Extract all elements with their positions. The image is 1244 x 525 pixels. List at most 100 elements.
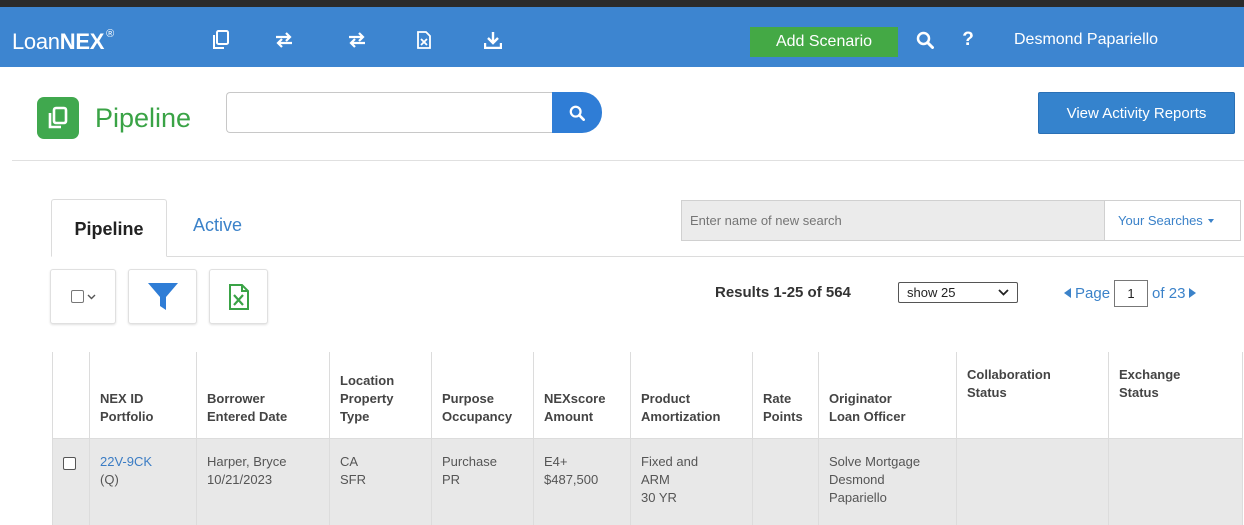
amount-value: $487,500 <box>544 471 599 487</box>
page-size-value: show 25 <box>907 285 956 300</box>
loan-officer-line2: Papariello <box>829 489 887 505</box>
search-icon[interactable] <box>912 27 938 53</box>
loan-officer-line1: Desmond <box>829 471 885 487</box>
header-location[interactable]: Location Property Type <box>329 352 432 439</box>
your-searches-dropdown[interactable]: Your Searches <box>1105 200 1241 241</box>
pipeline-search-input[interactable] <box>226 92 556 133</box>
row-select-cell <box>52 438 90 525</box>
your-searches-label: Your Searches <box>1118 213 1203 228</box>
cell-product: Fixed and ARM 30 YR <box>630 438 753 525</box>
header-rate-line2: Points <box>763 408 803 424</box>
header-collaboration-line1: Collaboration <box>967 367 1051 382</box>
loannex-logo[interactable]: LoanNEX ® <box>12 28 114 55</box>
cell-exchange-status <box>1108 438 1243 525</box>
header-exchange-line2: Status <box>1119 385 1159 400</box>
window-top-strip <box>0 0 1244 7</box>
cell-borrower: Harper, Bryce 10/21/2023 <box>196 438 330 525</box>
filter-icon <box>147 282 178 310</box>
add-scenario-button[interactable]: Add Scenario <box>750 27 898 57</box>
view-activity-reports-button[interactable]: View Activity Reports <box>1038 92 1235 134</box>
help-icon[interactable]: ? <box>955 27 981 53</box>
header-originator-line1: Originator <box>829 390 892 406</box>
download-icon[interactable] <box>480 27 506 53</box>
header-nexscore-line1: NEXscore <box>544 390 606 406</box>
pipeline-copy-icon <box>37 97 79 139</box>
cell-collaboration-status <box>956 438 1109 525</box>
search-icon <box>569 105 585 121</box>
page-title: Pipeline <box>95 103 192 133</box>
transfer-icon[interactable] <box>271 27 297 53</box>
logo-text-light: Loan <box>12 29 60 54</box>
registered-mark: ® <box>106 28 114 40</box>
select-all-dropdown[interactable] <box>50 269 116 324</box>
previous-page-icon[interactable] <box>1064 288 1071 298</box>
page-total: of 23 <box>1152 284 1186 302</box>
cell-purpose: Purchase PR <box>431 438 534 525</box>
copy-icon[interactable] <box>208 27 234 53</box>
pagination: Page of 23 <box>1064 277 1197 309</box>
nex-id-link[interactable]: 22V-9CK <box>100 453 186 471</box>
purpose-value: Purchase <box>442 453 497 469</box>
results-summary: Results 1-25 of 564 <box>715 284 851 301</box>
nexscore-value: E4+ <box>544 453 568 469</box>
next-page-icon[interactable] <box>1189 288 1197 298</box>
header-nex-id[interactable]: NEX ID Portfolio <box>89 352 197 439</box>
user-name[interactable]: Desmond Papariello <box>1014 31 1158 49</box>
header-purpose-line2: Occupancy <box>442 408 513 424</box>
header-exchange[interactable]: Exchange Status <box>1108 352 1243 439</box>
cell-nexscore: E4+ $487,500 <box>533 438 631 525</box>
header-rate[interactable]: Rate Points <box>752 352 819 439</box>
new-search-name-input[interactable] <box>681 200 1105 241</box>
header-collaboration-line2: Status <box>967 385 1007 400</box>
header-location-line1: Location <box>340 372 395 388</box>
header-location-line3: Type <box>340 408 370 424</box>
header-borrower[interactable]: Borrower Entered Date <box>196 352 330 439</box>
header-borrower-line1: Borrower <box>207 390 265 406</box>
page-label: Page <box>1075 284 1111 302</box>
portfolio-value: (Q) <box>100 471 119 487</box>
amortization-value: 30 YR <box>641 489 677 505</box>
originator-value: Solve Mortgage <box>829 453 921 469</box>
entered-date: 10/21/2023 <box>207 471 273 487</box>
header-originator[interactable]: Originator Loan Officer <box>818 352 957 439</box>
chevron-down-icon <box>87 291 96 303</box>
page-number-input[interactable] <box>1114 279 1149 307</box>
pipeline-table: NEX ID Portfolio Borrower Entered Date Loc… <box>52 352 1243 525</box>
tab-active[interactable]: Active <box>193 215 242 236</box>
cell-location: CA SFR <box>329 438 432 525</box>
header-location-line2: Property <box>340 390 394 406</box>
pipeline-search <box>226 92 602 133</box>
header-originator-line2: Loan Officer <box>829 408 906 424</box>
occupancy-value: PR <box>442 471 461 487</box>
header-product-line1: Product <box>641 390 691 406</box>
cell-originator: Solve Mortgage Desmond Papariello <box>818 438 957 525</box>
header-nex-id-line2: Portfolio <box>100 408 154 424</box>
table-header-row: NEX ID Portfolio Borrower Entered Date Loc… <box>52 352 1243 439</box>
cell-nex-id: 22V-9CK (Q) <box>89 438 197 525</box>
excel-file-icon[interactable] <box>411 27 437 53</box>
table-row[interactable]: 22V-9CK (Q) Harper, Bryce 10/21/2023 CA SFR… <box>52 438 1243 525</box>
header-borrower-line2: Entered Date <box>207 408 288 424</box>
filter-button[interactable] <box>128 269 197 324</box>
property-type-value: SFR <box>340 471 366 487</box>
header-nexscore-line2: Amount <box>544 408 594 424</box>
tab-pipeline[interactable]: Pipeline <box>51 199 167 257</box>
header-product[interactable]: Product Amortization <box>630 352 753 439</box>
top-navbar: LoanNEX ® Add Scenario ? Desmond Papariel… <box>0 7 1244 67</box>
header-nexscore[interactable]: NEXscore Amount <box>533 352 631 439</box>
search-button[interactable] <box>552 92 602 133</box>
export-excel-button[interactable] <box>209 269 268 324</box>
row-checkbox[interactable] <box>63 456 76 470</box>
header-collaboration[interactable]: Collaboration Status <box>956 352 1109 439</box>
header-select <box>52 352 90 439</box>
transfer-icon[interactable] <box>344 27 370 53</box>
tabs-divider <box>52 256 1244 257</box>
header-product-line2: Amortization <box>641 408 721 424</box>
product-line1: Fixed and <box>641 453 699 469</box>
select-all-checkbox[interactable] <box>70 290 84 303</box>
cell-rate <box>752 438 819 525</box>
header-purpose-line1: Purpose <box>442 390 495 406</box>
header-purpose[interactable]: Purpose Occupancy <box>431 352 534 439</box>
page-size-select[interactable]: show 25 <box>898 282 1018 303</box>
location-value: CA <box>340 453 359 469</box>
